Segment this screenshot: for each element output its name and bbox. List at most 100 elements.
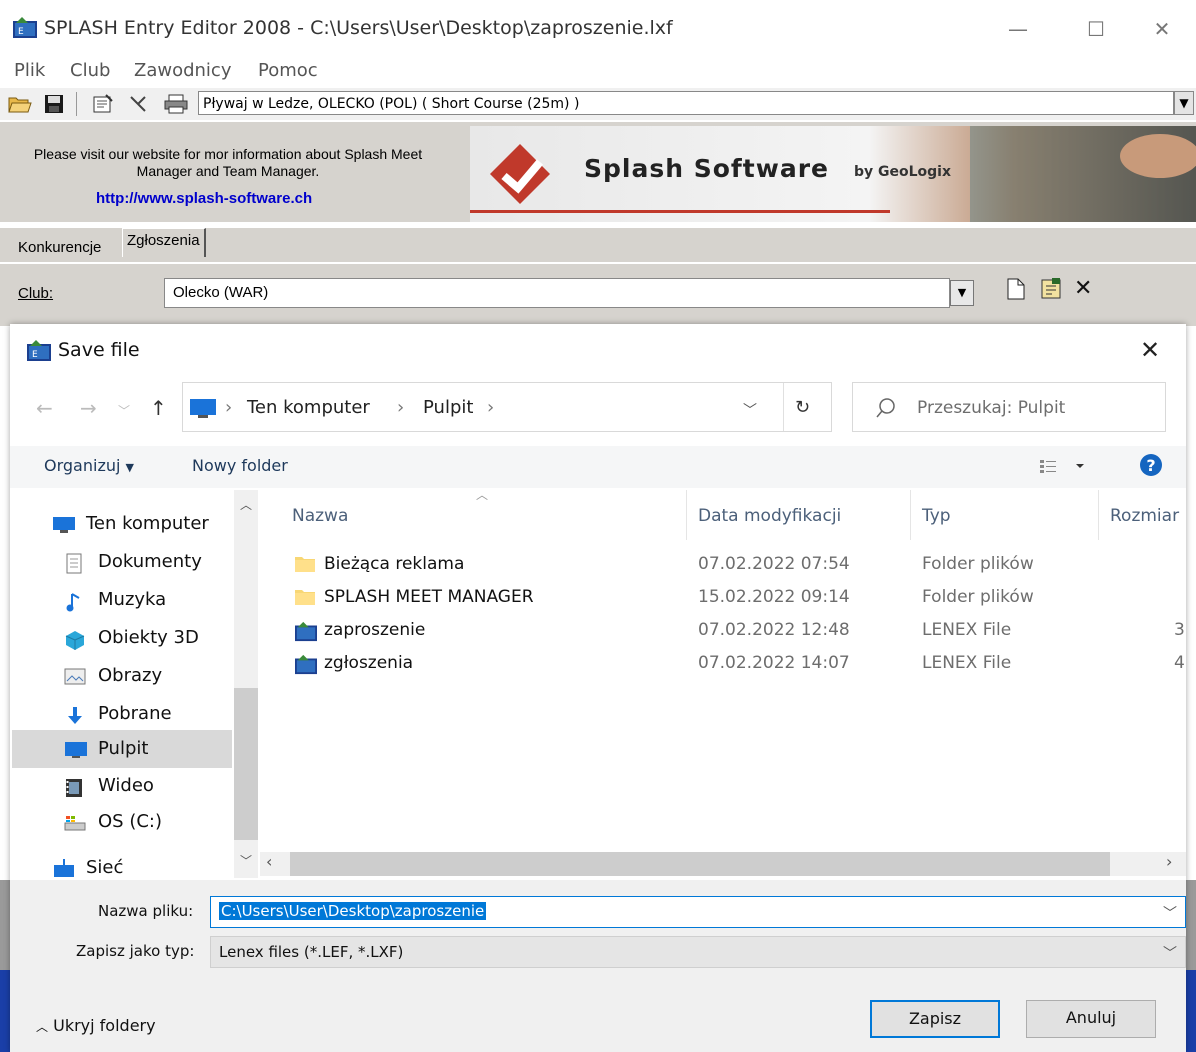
drive-icon xyxy=(64,813,86,833)
help-icon[interactable]: ? xyxy=(1138,452,1164,478)
menu-pomoc[interactable]: Pomoc xyxy=(258,60,318,81)
file-type: LENEX File xyxy=(922,653,1012,673)
nav-item-os-c[interactable]: OS (C:) xyxy=(12,804,232,840)
meet-select-dropdown-icon[interactable]: ▼ xyxy=(1174,91,1194,115)
splash-banner-image[interactable] xyxy=(470,126,1196,222)
horizontal-scroll-thumb[interactable] xyxy=(290,852,1110,876)
nav-item-pulpit[interactable]: Pulpit xyxy=(12,730,232,768)
nav-item-wideo[interactable]: Wideo xyxy=(12,768,232,804)
column-header-name[interactable]: Nazwa xyxy=(292,506,348,526)
lenex-file-icon xyxy=(294,653,318,675)
club-label: Club: xyxy=(18,285,54,302)
address-bar[interactable]: › Ten komputer › Pulpit › ﹀ ↻ xyxy=(182,382,832,432)
hide-folders-button[interactable]: ︿ Ukryj foldery xyxy=(36,1016,156,1035)
forward-arrow-icon[interactable]: → xyxy=(80,396,97,420)
app-title: SPLASH Entry Editor 2008 - C:\Users\User… xyxy=(44,17,673,39)
nav-item-label: Wideo xyxy=(98,775,154,796)
network-icon xyxy=(52,859,76,879)
edit-entry-icon[interactable] xyxy=(1038,276,1064,300)
save-button[interactable]: Zapisz xyxy=(870,1000,1000,1038)
file-date: 15.02.2022 09:14 xyxy=(698,587,850,607)
nav-item-label: Muzyka xyxy=(98,589,167,610)
nav-item-obrazy[interactable]: Obrazy xyxy=(12,658,232,694)
tab-konkurencje[interactable]: Konkurencje xyxy=(14,236,105,260)
file-row[interactable]: zgłoszenia 07.02.2022 14:07 LENEX File 4 xyxy=(260,647,1186,680)
new-folder-button[interactable]: Nowy folder xyxy=(192,456,288,475)
file-type: Folder plików xyxy=(922,587,1034,607)
nav-item-muzyka[interactable]: Muzyka xyxy=(12,582,232,618)
tab-zgloszenia[interactable]: Zgłoszenia xyxy=(122,228,206,257)
open-folder-icon[interactable] xyxy=(8,94,32,114)
file-row[interactable]: SPLASH MEET MANAGER 15.02.2022 09:14 Fol… xyxy=(260,581,1186,614)
address-dropdown-icon[interactable]: ﹀ xyxy=(743,400,757,420)
breadcrumb-ten-komputer[interactable]: Ten komputer xyxy=(247,397,370,418)
club-dropdown-icon[interactable]: ▼ xyxy=(950,280,974,306)
column-header-size[interactable]: Rozmiar xyxy=(1110,506,1179,526)
menu-zawodnicy[interactable]: Zawodnicy xyxy=(134,60,231,81)
scroll-right-icon[interactable]: › xyxy=(1166,852,1172,871)
properties-icon[interactable] xyxy=(92,94,114,114)
file-name: Bieżąca reklama xyxy=(324,554,465,574)
new-entry-icon[interactable] xyxy=(1006,278,1026,300)
menu-club[interactable]: Club xyxy=(70,60,110,81)
nav-item-ten-komputer[interactable]: Ten komputer xyxy=(12,506,232,542)
file-row[interactable]: zaproszenie 07.02.2022 12:48 LENEX File … xyxy=(260,614,1186,647)
organize-label: Organizuj xyxy=(44,456,121,475)
filetype-label: Zapisz jako typ: xyxy=(76,942,195,960)
save-disk-icon[interactable] xyxy=(44,94,64,114)
meet-select[interactable]: Pływaj w Ledze, OLECKO (POL) ( Short Cou… xyxy=(198,91,1174,115)
file-type: LENEX File xyxy=(922,620,1012,640)
address-divider xyxy=(783,383,784,431)
file-row[interactable]: Bieżąca reklama 07.02.2022 07:54 Folder … xyxy=(260,548,1186,581)
tools-icon[interactable] xyxy=(128,94,150,114)
nav-item-label: Ten komputer xyxy=(86,513,209,534)
column-divider[interactable] xyxy=(910,490,911,540)
nav-item-label: Sieć xyxy=(86,857,124,878)
nav-item-pobrane[interactable]: Pobrane xyxy=(12,696,232,732)
scroll-up-icon[interactable]: ︿ xyxy=(240,496,252,513)
nav-item-label: Obiekty 3D xyxy=(98,627,199,648)
recent-locations-icon[interactable]: ﹀ xyxy=(118,402,130,419)
delete-entry-icon[interactable]: ✕ xyxy=(1074,276,1092,301)
filename-input[interactable]: C:\Users\User\Desktop\zaproszenie ﹀ xyxy=(210,896,1186,928)
search-box[interactable]: Przeszukaj: Pulpit xyxy=(852,382,1166,432)
scroll-left-icon[interactable]: ‹ xyxy=(266,852,272,871)
up-arrow-icon[interactable]: ↑ xyxy=(150,396,167,420)
filename-dropdown-icon[interactable]: ﹀ xyxy=(1163,903,1177,923)
folder-icon xyxy=(294,587,316,607)
organize-button[interactable]: Organizuj ▼ xyxy=(44,456,134,475)
filetype-select[interactable]: Lenex files (*.LEF, *.LXF) ﹀ xyxy=(210,936,1186,968)
column-divider[interactable] xyxy=(686,490,687,540)
computer-icon xyxy=(189,397,217,419)
nav-item-obiekty-3d[interactable]: Obiekty 3D xyxy=(12,620,232,656)
lenex-file-icon xyxy=(294,620,318,642)
scroll-down-icon[interactable]: ﹀ xyxy=(240,852,252,869)
banner-brand: Splash Software xyxy=(584,154,829,183)
club-select[interactable]: Olecko (WAR) xyxy=(164,278,950,308)
command-bar xyxy=(10,446,1186,488)
maximize-button[interactable]: ☐ xyxy=(1076,12,1116,46)
minimize-button[interactable]: — xyxy=(998,12,1038,46)
svg-text:E: E xyxy=(32,350,38,360)
column-header-date[interactable]: Data modyfikacji xyxy=(698,506,841,526)
chevron-up-icon: ︿ xyxy=(36,1020,49,1034)
filetype-dropdown-icon: ﹀ xyxy=(1163,946,1177,962)
menu-plik[interactable]: Plik xyxy=(14,60,45,81)
view-options-icon[interactable] xyxy=(1036,456,1090,476)
close-window-button[interactable]: ✕ xyxy=(1142,12,1182,46)
column-header-type[interactable]: Typ xyxy=(922,506,951,526)
breadcrumb-pulpit[interactable]: Pulpit xyxy=(423,397,473,418)
cancel-button[interactable]: Anuluj xyxy=(1026,1000,1156,1038)
nav-item-dokumenty[interactable]: Dokumenty xyxy=(12,544,232,580)
pictures-icon xyxy=(64,667,86,687)
nav-item-label: Obrazy xyxy=(98,665,163,686)
back-arrow-icon[interactable]: ← xyxy=(36,396,53,420)
refresh-icon[interactable]: ↻ xyxy=(795,397,810,418)
column-divider[interactable] xyxy=(1098,490,1099,540)
dialog-close-button[interactable]: ✕ xyxy=(1140,336,1160,364)
filetype-value: Lenex files (*.LEF, *.LXF) xyxy=(219,943,404,961)
nav-item-siec[interactable]: Sieć xyxy=(12,850,232,880)
website-link[interactable]: http://www.splash-software.ch xyxy=(96,190,312,207)
print-icon[interactable] xyxy=(164,94,188,114)
nav-pane-scroll-thumb[interactable] xyxy=(234,688,258,840)
